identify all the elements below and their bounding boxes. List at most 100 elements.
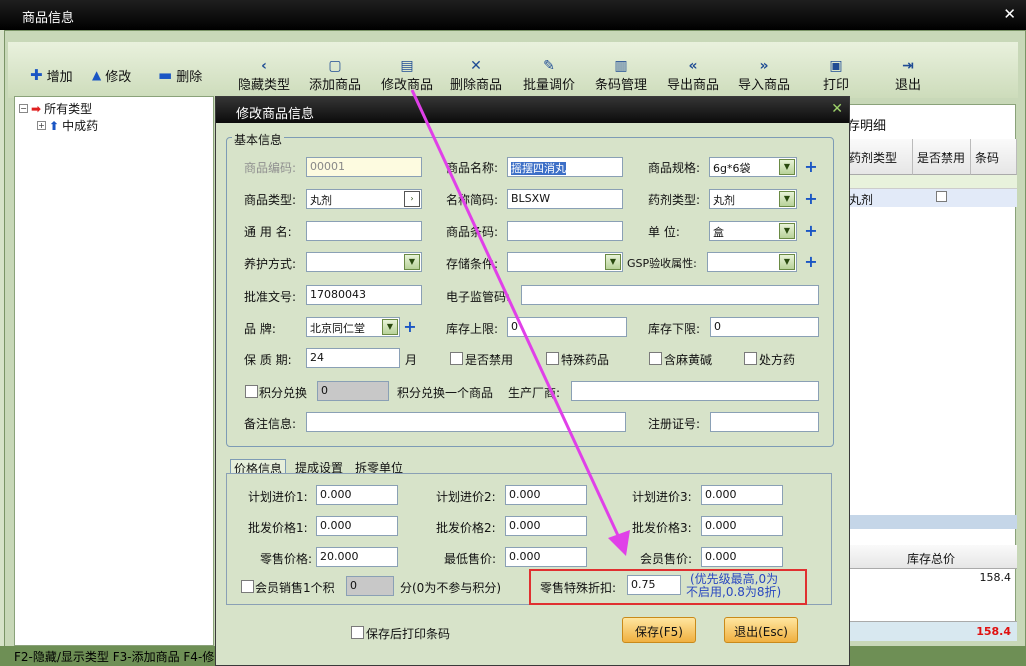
chevron-down-icon[interactable]: ▼ — [779, 191, 795, 207]
plan-price1-field[interactable]: 0.000 — [316, 485, 398, 505]
stock-min-field[interactable]: 0 — [710, 317, 819, 337]
name-field[interactable]: 摇摆四消丸 — [507, 157, 623, 177]
edit-type-button[interactable]: ▲ 修改 — [92, 66, 131, 85]
abbr-field[interactable]: BLSXW — [507, 189, 623, 209]
ecode-field[interactable] — [521, 285, 819, 305]
points-label: 积分兑换 — [259, 386, 308, 400]
generic-label: 通 用 名: — [244, 225, 292, 239]
spec-select[interactable]: 6g*6袋 ▼ — [709, 157, 797, 177]
gsp-label: GSP验收属性: — [627, 257, 697, 270]
delete-type-button[interactable]: ▬ 删除 — [158, 66, 202, 85]
gsp-select[interactable]: ▼ — [707, 252, 797, 272]
triangle-up-icon: ▲ — [92, 68, 102, 82]
special-drug-checkbox[interactable] — [546, 352, 559, 365]
stock-max-label: 库存上限: — [446, 322, 499, 336]
print-barcode-checkbox[interactable] — [351, 626, 364, 639]
col-barcode[interactable]: 条码 — [971, 139, 1017, 175]
type-field[interactable]: 丸剂 › — [306, 189, 422, 209]
drug-type-select[interactable]: 丸剂 ▼ — [709, 189, 797, 209]
edit-document-icon: ▤ — [400, 58, 414, 74]
member-points-checkbox[interactable] — [241, 580, 254, 593]
tree-item-child[interactable]: + ⬆ 中成药 — [37, 117, 98, 134]
toolbar-exit[interactable]: ⇥ 退出 — [872, 58, 944, 93]
member-price-field[interactable]: 0.000 — [701, 547, 783, 567]
retail-field[interactable]: 20.000 — [316, 547, 398, 567]
prescription-checkbox[interactable] — [744, 352, 757, 365]
maker-field[interactable] — [571, 381, 819, 401]
min-price-label: 最低售价: — [444, 552, 497, 566]
dialog-close-icon[interactable]: ✕ — [831, 101, 843, 117]
min-price-field[interactable]: 0.000 — [505, 547, 587, 567]
table-row[interactable]: 丸剂 — [845, 189, 1017, 207]
generic-field[interactable] — [306, 221, 422, 241]
double-chevron-right-icon: » — [759, 58, 769, 74]
chevron-down-icon[interactable]: ▼ — [779, 254, 795, 270]
chevron-down-icon[interactable]: ▼ — [779, 223, 795, 239]
wholesale2-field[interactable]: 0.000 — [505, 516, 587, 536]
chevron-down-icon[interactable]: ▼ — [404, 254, 420, 270]
add-type-button[interactable]: ✚ 增加 — [30, 66, 73, 85]
approval-field[interactable]: 17080043 — [306, 285, 422, 305]
reg-field[interactable] — [710, 412, 819, 432]
ephedrine-checkbox[interactable] — [649, 352, 662, 365]
browse-icon[interactable]: › — [404, 191, 420, 207]
shelf-life-field[interactable]: 24 — [306, 348, 400, 368]
row-disabled-checkbox[interactable] — [936, 191, 947, 202]
toolbar-hide-type[interactable]: ‹ 隐藏类型 — [228, 58, 300, 93]
storage-label: 存储条件: — [446, 257, 499, 271]
expand-icon[interactable]: + — [37, 121, 46, 130]
shelf-life-label: 保 质 期: — [244, 353, 292, 367]
wholesale1-field[interactable]: 0.000 — [316, 516, 398, 536]
add-brand-plus-icon[interactable]: + — [403, 319, 417, 335]
toolbar-delete-product[interactable]: ✕ 删除商品 — [440, 58, 512, 93]
care-select[interactable]: ▼ — [306, 252, 422, 272]
window-close-icon[interactable]: ✕ — [1003, 5, 1016, 23]
maker-label: 生产厂商: — [508, 386, 561, 400]
col-drug-type[interactable]: 药剂类型 — [845, 139, 913, 175]
grid-tab-fragment[interactable]: 存明细 — [847, 115, 886, 134]
save-button[interactable]: 保存(F5) — [622, 617, 696, 643]
add-gsp-plus-icon[interactable]: + — [804, 254, 818, 270]
toolbar-edit-product[interactable]: ▤ 修改商品 — [371, 58, 443, 93]
total-value: 158.4 — [979, 571, 1012, 584]
member-points-suffix: 分(0为不参与积分) — [400, 581, 501, 595]
toolbar-barcode[interactable]: ▥ 条码管理 — [585, 58, 657, 93]
storage-select[interactable]: ▼ — [507, 252, 623, 272]
stock-min-label: 库存下限: — [648, 322, 701, 336]
grid-scrollbar[interactable] — [845, 515, 1017, 529]
barcode-icon: ▥ — [614, 58, 628, 74]
category-tree: − ➡ 所有类型 + ⬆ 中成药 — [14, 96, 214, 646]
exit-button[interactable]: 退出(Esc) — [724, 617, 798, 643]
discount-field[interactable]: 0.75 — [627, 575, 681, 595]
unit-select[interactable]: 盒 ▼ — [709, 221, 797, 241]
remark-field[interactable] — [306, 412, 626, 432]
collapse-icon[interactable]: − — [19, 104, 28, 113]
stock-max-field[interactable]: 0 — [507, 317, 627, 337]
add-spec-plus-icon[interactable]: + — [804, 159, 818, 175]
wholesale3-field[interactable]: 0.000 — [701, 516, 783, 536]
add-drug-type-plus-icon[interactable]: + — [804, 191, 818, 207]
plan-price2-field[interactable]: 0.000 — [505, 485, 587, 505]
toolbar-import[interactable]: » 导入商品 — [728, 58, 800, 93]
chevron-down-icon[interactable]: ▼ — [382, 319, 398, 335]
brand-select[interactable]: 北京同仁堂 ▼ — [306, 317, 400, 337]
toolbar-print[interactable]: ▣ 打印 — [800, 58, 872, 93]
ephedrine-label: 含麻黄碱 — [664, 353, 713, 367]
add-unit-plus-icon[interactable]: + — [804, 223, 818, 239]
code-label: 商品编码: — [244, 161, 297, 175]
plan-price3-field[interactable]: 0.000 — [701, 485, 783, 505]
col-disabled[interactable]: 是否禁用 — [913, 139, 971, 175]
member-points-label: 会员销售1个积 — [255, 581, 335, 595]
tree-item-root[interactable]: − ➡ 所有类型 — [19, 100, 92, 117]
wholesale1-label: 批发价格1: — [248, 521, 308, 535]
chevron-down-icon[interactable]: ▼ — [779, 159, 795, 175]
barcode-field[interactable] — [507, 221, 623, 241]
chevron-down-icon[interactable]: ▼ — [605, 254, 621, 270]
points-checkbox[interactable] — [245, 385, 258, 398]
disabled-checkbox[interactable] — [450, 352, 463, 365]
toolbar-batch-price[interactable]: ✎ 批量调价 — [513, 58, 585, 93]
chevron-left-icon: ‹ — [261, 58, 267, 74]
toolbar-export[interactable]: «导出商品 — [657, 58, 729, 93]
window-title: 商品信息 — [22, 11, 75, 26]
toolbar-add-product[interactable]: ▢ 添加商品 — [299, 58, 371, 93]
